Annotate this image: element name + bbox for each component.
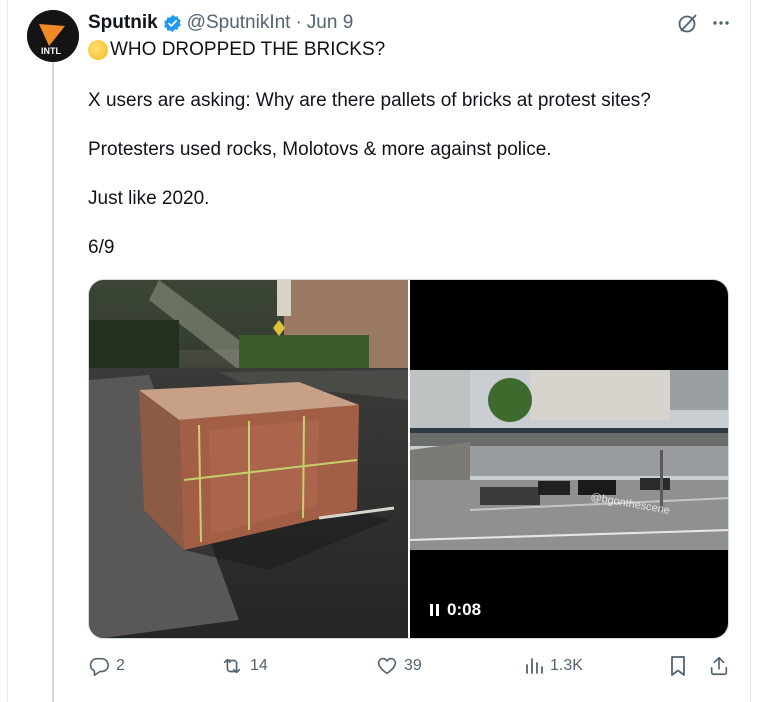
tweet-line-protesters: Protesters used rocks, Molotovs & more a… [88, 139, 552, 160]
like-button[interactable]: 39 [376, 655, 422, 677]
video-player[interactable]: @bgonthescene 0:08 [410, 280, 728, 638]
like-count: 39 [404, 657, 422, 674]
thread-line [52, 62, 54, 702]
tweet-line-counter: 6/9 [88, 237, 115, 258]
bookmark-button[interactable] [668, 655, 688, 677]
verified-badge-icon [163, 14, 182, 33]
views-button[interactable]: 1.3K [524, 656, 583, 676]
share-button[interactable] [708, 655, 730, 677]
share-icon [708, 655, 730, 677]
heart-icon [376, 655, 398, 677]
video-time: 0:08 [447, 600, 482, 619]
avatar-label: INTL [41, 46, 61, 56]
tweet-top-actions [677, 12, 731, 34]
retweet-count: 14 [250, 657, 268, 674]
tweet-date[interactable]: Jun 9 [307, 12, 353, 34]
pause-icon[interactable] [430, 604, 439, 616]
retweet-button[interactable]: 14 [220, 655, 268, 677]
avatar[interactable]: INTL [27, 10, 79, 62]
grok-icon[interactable] [677, 12, 699, 34]
bookmark-icon [668, 655, 688, 677]
video-controls: 0:08 [430, 600, 481, 620]
media-grid: @bgonthescene 0:08 [88, 279, 729, 639]
tweet-line-2020: Just like 2020. [88, 188, 210, 209]
separator-dot: · [295, 12, 302, 33]
tweet-line-question: X users are asking: Why are there pallet… [88, 90, 651, 111]
tweet-text: WHO DROPPED THE BRICKS? X users are aski… [88, 38, 728, 258]
tweet-line-headline: WHO DROPPED THE BRICKS? [88, 38, 728, 62]
views-icon [524, 656, 544, 676]
tweet-headline: WHO DROPPED THE BRICKS? [110, 39, 386, 60]
tweet-actions: 2 14 39 1.3K [88, 652, 728, 680]
author-name[interactable]: Sputnik [88, 12, 158, 34]
views-count: 1.3K [550, 657, 583, 674]
face-with-monocle-emoji-icon [88, 40, 108, 60]
more-icon[interactable] [711, 13, 731, 33]
video-frame: @bgonthescene [410, 370, 728, 550]
reply-count: 2 [116, 657, 125, 674]
author-handle[interactable]: @SputnikInt [187, 12, 291, 34]
reply-icon [88, 655, 110, 677]
tweet-header: Sputnik @SputnikInt · Jun 9 [88, 10, 353, 36]
reply-button[interactable]: 2 [88, 655, 125, 677]
retweet-icon [220, 655, 244, 677]
bricks-photo[interactable] [89, 280, 408, 638]
